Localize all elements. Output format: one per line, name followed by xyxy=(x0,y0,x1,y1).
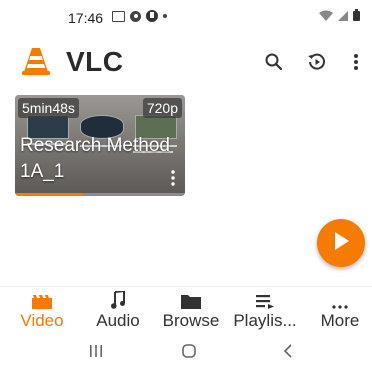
video-card[interactable]: 5min48s 720p Research Method 1A_1 xyxy=(15,95,185,196)
nav-label-more: More xyxy=(320,311,360,330)
gear-icon xyxy=(130,10,141,22)
app-bar: VLC xyxy=(0,38,372,84)
circle-app-icon xyxy=(146,10,158,22)
overflow-menu-icon[interactable] xyxy=(344,50,368,74)
nav-label-browse: Browse xyxy=(162,311,220,330)
nav-item-playlists[interactable]: Playlis... xyxy=(229,287,301,337)
folder-icon xyxy=(181,287,201,309)
app-title: VLC xyxy=(66,46,124,77)
image-icon xyxy=(112,10,125,22)
nav-label-video: Video xyxy=(20,311,64,330)
more-horizontal-icon xyxy=(332,287,348,309)
nav-item-more[interactable]: More xyxy=(312,287,368,337)
status-time: 17:46 xyxy=(68,10,104,26)
bottom-navigation: Video Audio Browse Playlis... More xyxy=(0,286,372,337)
search-icon[interactable] xyxy=(262,50,286,74)
back-icon[interactable] xyxy=(278,340,298,362)
system-navigation-bar xyxy=(0,336,372,365)
signal-icon xyxy=(338,11,348,21)
nav-item-browse[interactable]: Browse xyxy=(158,287,224,337)
dot-icon xyxy=(163,14,167,18)
play-icon xyxy=(332,231,350,256)
nav-item-video[interactable]: Video xyxy=(12,287,72,337)
vlc-cone-logo xyxy=(21,46,51,76)
duration-badge: 5min48s xyxy=(18,98,79,118)
resolution-badge: 720p xyxy=(142,98,182,118)
status-notification-icons xyxy=(112,10,167,22)
wifi-icon xyxy=(319,10,333,21)
nav-item-audio[interactable]: Audio xyxy=(88,287,148,337)
status-system-icons xyxy=(319,9,360,21)
card-overflow-icon[interactable] xyxy=(171,170,175,186)
battery-icon xyxy=(353,9,360,21)
recents-icon[interactable] xyxy=(86,340,106,362)
video-icon xyxy=(32,287,52,309)
video-title: Research Method 1A_1 xyxy=(20,135,170,182)
nav-label-playlists: Playlis... xyxy=(233,311,297,330)
status-bar: 17:46 xyxy=(0,0,372,34)
history-icon[interactable] xyxy=(305,50,329,74)
progress-bar xyxy=(15,193,83,196)
nav-label-audio: Audio xyxy=(96,311,140,330)
playlist-icon xyxy=(256,287,274,309)
play-fab-button[interactable] xyxy=(317,219,365,267)
music-note-icon xyxy=(111,287,125,309)
home-icon[interactable] xyxy=(179,340,199,362)
